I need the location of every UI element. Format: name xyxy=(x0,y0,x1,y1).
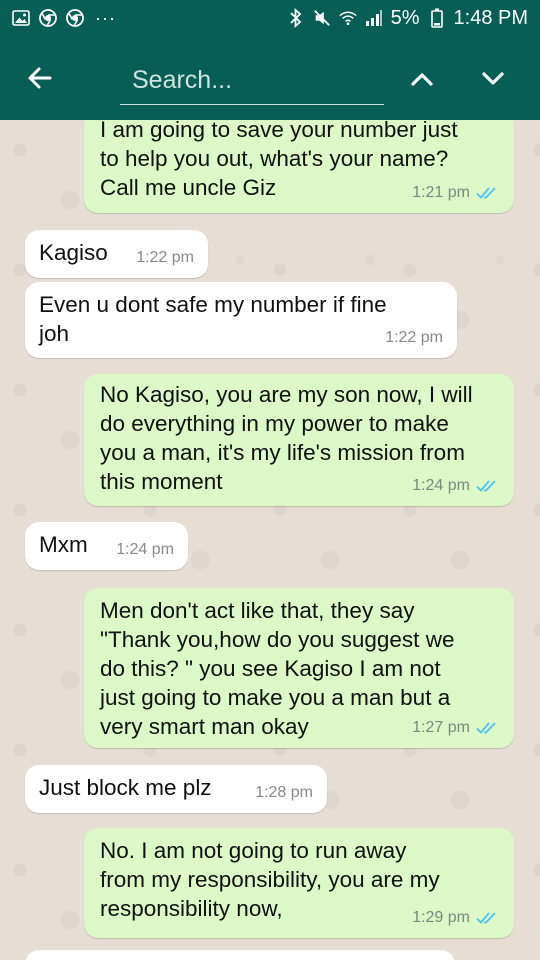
message-bubble-incoming[interactable]: Mxm 1:24 pm xyxy=(25,522,188,570)
arrow-back-icon xyxy=(28,67,52,89)
chevron-up-icon xyxy=(411,73,433,86)
message-bubble-outgoing[interactable]: No. I am not going to run away from my r… xyxy=(84,828,514,938)
status-bar: ··· 5% 1:48 PM xyxy=(0,0,540,36)
search-previous-button[interactable] xyxy=(405,62,439,96)
message-time: 1:24 pm xyxy=(412,477,470,494)
chrome-icon xyxy=(39,9,57,27)
message-meta: 1:29 pm xyxy=(412,903,500,932)
message-bubble-outgoing[interactable]: I am going to save your number just to h… xyxy=(84,120,514,213)
chevron-down-icon xyxy=(482,72,504,85)
message-bubble-incoming-partial[interactable] xyxy=(25,950,455,960)
battery-percent: 5% xyxy=(390,6,420,29)
wifi-icon xyxy=(338,9,357,27)
message-time: 1:28 pm xyxy=(255,784,313,801)
status-right: 5% 1:48 PM xyxy=(287,7,528,30)
message-time: 1:24 pm xyxy=(116,541,174,558)
message-meta: 1:24 pm xyxy=(412,471,500,500)
status-left-icons: ··· xyxy=(12,8,116,29)
status-time: 1:48 PM xyxy=(453,6,528,29)
message-bubble-incoming[interactable]: Kagiso 1:22 pm xyxy=(25,230,208,278)
message-meta: 1:22 pm xyxy=(136,243,194,272)
search-input[interactable] xyxy=(120,62,384,98)
message-meta: 1:24 pm xyxy=(116,535,174,564)
double-check-read-icon xyxy=(476,186,496,199)
message-time: 1:27 pm xyxy=(412,719,470,736)
message-bubble-incoming[interactable]: Just block me plz 1:28 pm xyxy=(25,765,327,813)
message-text: Even u dont safe my number if fine joh xyxy=(39,292,387,346)
gallery-icon xyxy=(12,9,30,27)
double-check-read-icon xyxy=(476,479,496,492)
message-time: 1:29 pm xyxy=(412,909,470,926)
more-dots-icon: ··· xyxy=(95,7,116,28)
message-bubble-outgoing[interactable]: No Kagiso, you are my son now, I will do… xyxy=(84,374,514,506)
chrome-icon xyxy=(66,9,84,27)
signal-icon xyxy=(365,9,383,27)
message-time: 1:22 pm xyxy=(385,329,443,346)
message-time: 1:22 pm xyxy=(136,249,194,266)
message-time: 1:21 pm xyxy=(412,184,470,201)
message-bubble-outgoing[interactable]: Men don't act like that, they say "Thank… xyxy=(84,588,514,748)
message-meta: 1:22 pm xyxy=(385,323,443,352)
message-bubble-incoming[interactable]: Even u dont safe my number if fine joh 1… xyxy=(25,282,457,358)
message-meta: 1:21 pm xyxy=(412,178,500,207)
back-button[interactable] xyxy=(22,60,58,96)
double-check-read-icon xyxy=(476,911,496,924)
battery-icon xyxy=(428,8,446,28)
mute-icon xyxy=(313,9,331,27)
search-toolbar xyxy=(0,36,540,120)
message-meta: 1:27 pm xyxy=(412,713,500,742)
search-field xyxy=(120,62,384,105)
message-meta: 1:28 pm xyxy=(255,778,313,807)
bluetooth-icon xyxy=(287,8,305,28)
chat-area[interactable]: I am going to save your number just to h… xyxy=(0,120,540,960)
double-check-read-icon xyxy=(476,721,496,734)
search-next-button[interactable] xyxy=(476,62,510,96)
